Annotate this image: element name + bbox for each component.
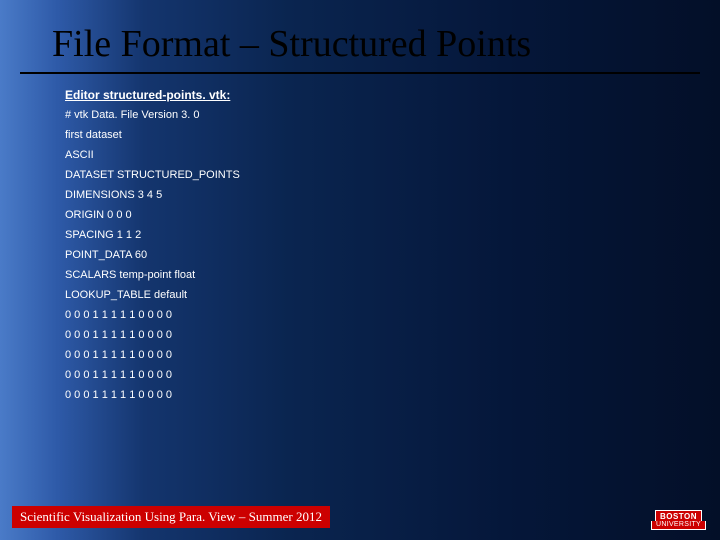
editor-line: ASCII [65, 150, 720, 161]
editor-line: 0 0 0 1 1 1 1 1 0 0 0 0 [65, 310, 720, 321]
editor-line: ORIGIN 0 0 0 [65, 210, 720, 221]
content-area: Editor structured-points. vtk: # vtk Dat… [0, 74, 720, 401]
boston-university-logo: BOSTON UNIVERSITY [651, 510, 706, 530]
editor-line: DIMENSIONS 3 4 5 [65, 190, 720, 201]
footer-bar: Scientific Visualization Using Para. Vie… [12, 506, 330, 528]
editor-line: LOOKUP_TABLE default [65, 290, 720, 301]
editor-line: 0 0 0 1 1 1 1 1 0 0 0 0 [65, 370, 720, 381]
editor-line: # vtk Data. File Version 3. 0 [65, 110, 720, 121]
editor-line: 0 0 0 1 1 1 1 1 0 0 0 0 [65, 350, 720, 361]
editor-line: SPACING 1 1 2 [65, 230, 720, 241]
slide-title: File Format – Structured Points [0, 0, 720, 72]
editor-line: 0 0 0 1 1 1 1 1 0 0 0 0 [65, 390, 720, 401]
editor-label: Editor structured-points. vtk: [65, 88, 720, 102]
editor-line: SCALARS temp-point float [65, 270, 720, 281]
logo-top-text: BOSTON [655, 510, 702, 521]
editor-line: POINT_DATA 60 [65, 250, 720, 261]
logo-bottom-text: UNIVERSITY [651, 521, 706, 530]
editor-line: 0 0 0 1 1 1 1 1 0 0 0 0 [65, 330, 720, 341]
editor-line: DATASET STRUCTURED_POINTS [65, 170, 720, 181]
editor-line: first dataset [65, 130, 720, 141]
